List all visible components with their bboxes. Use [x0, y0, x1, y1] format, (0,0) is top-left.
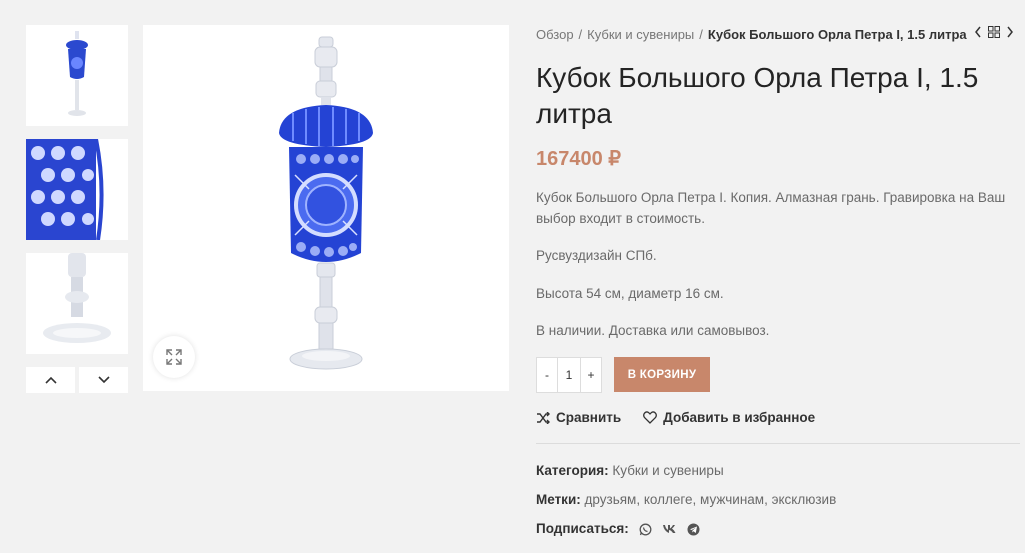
- tag-link[interactable]: друзьям: [585, 492, 637, 507]
- breadcrumb-home[interactable]: Обзор: [536, 27, 574, 42]
- thumbnail-prev-button[interactable]: [26, 367, 75, 393]
- quantity-decrease-button[interactable]: -: [537, 358, 557, 392]
- grid-icon: [988, 26, 1000, 38]
- telegram-icon[interactable]: [687, 523, 700, 536]
- compare-label: Сравнить: [556, 410, 622, 425]
- quantity-input[interactable]: 1: [557, 358, 581, 392]
- heart-icon: [643, 411, 658, 424]
- compare-button[interactable]: Сравнить: [536, 410, 621, 425]
- category-label: Категория:: [536, 463, 609, 478]
- previous-product-button[interactable]: [974, 26, 982, 38]
- tag-link[interactable]: мужчинам: [700, 492, 764, 507]
- product-actions: Сравнить Добавить в избранное: [536, 410, 815, 425]
- category-link[interactable]: Кубки и сувениры: [612, 463, 723, 478]
- description-line: Кубок Большого Орла Петра I. Копия. Алма…: [536, 190, 1006, 226]
- zoom-button[interactable]: [153, 336, 195, 378]
- breadcrumb: Обзор / Кубки и сувениры / Кубок Большого Ор…: [536, 27, 967, 42]
- tags-label: Метки:: [536, 492, 581, 507]
- main-product-image[interactable]: [143, 25, 509, 391]
- tag-link[interactable]: коллеге: [644, 492, 693, 507]
- whatsapp-icon[interactable]: [639, 523, 652, 536]
- description-line: В наличии. Доставка или самовывоз.: [536, 323, 770, 338]
- expand-icon: [166, 349, 182, 365]
- product-title: Кубок Большого Орла Петра I, 1.5 литра: [536, 62, 979, 129]
- product-tags: Метки: друзьям, коллеге, мужчинам, экскл…: [536, 492, 837, 507]
- wishlist-label: Добавить в избранное: [663, 410, 816, 425]
- thumbnail-navigation: [26, 367, 128, 393]
- share-block: Подписаться:: [536, 521, 700, 536]
- chevron-down-icon: [97, 376, 110, 384]
- compare-arrows-icon: [537, 411, 550, 424]
- thumbnail-stem-detail[interactable]: [26, 253, 128, 354]
- description-line: Русвуздизайн СПб.: [536, 248, 657, 263]
- breadcrumb-separator: /: [699, 27, 703, 42]
- share-label: Подписаться:: [536, 521, 629, 536]
- product-category: Категория: Кубки и сувениры: [536, 463, 724, 478]
- thumbnail-cut-detail[interactable]: [26, 139, 128, 240]
- description-line: Высота 54 см, диаметр 16 см.: [536, 286, 724, 301]
- breadcrumb-separator: /: [578, 27, 583, 42]
- product-price: 167400 ₽: [536, 148, 622, 170]
- divider: [536, 443, 1020, 444]
- chevron-left-icon: [975, 26, 981, 38]
- next-product-button[interactable]: [1006, 26, 1014, 38]
- breadcrumb-category[interactable]: Кубки и сувениры: [587, 27, 694, 42]
- quantity-stepper: - 1 +: [536, 357, 602, 393]
- social-links: [639, 523, 700, 536]
- product-navigation: [974, 26, 1014, 38]
- add-to-cart-button[interactable]: В КОРЗИНУ: [614, 357, 710, 392]
- breadcrumb-current: Кубок Большого Орла Петра I, 1.5 литра: [707, 27, 967, 42]
- thumbnail-gallery: [26, 25, 128, 367]
- thumbnail-next-button[interactable]: [79, 367, 128, 393]
- quantity-increase-button[interactable]: +: [581, 358, 601, 392]
- chevron-up-icon: [44, 376, 57, 384]
- back-to-products-button[interactable]: [988, 26, 1000, 38]
- vk-icon[interactable]: [662, 523, 677, 536]
- tag-link[interactable]: эксклюзив: [772, 492, 837, 507]
- chevron-right-icon: [1007, 26, 1013, 38]
- thumbnail-full-goblet[interactable]: [26, 25, 128, 126]
- wishlist-button[interactable]: Добавить в избранное: [643, 410, 815, 425]
